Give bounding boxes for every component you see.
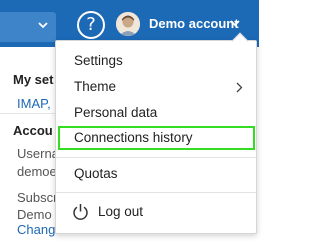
subscription-value: Demo (17, 207, 52, 222)
menu-item-label: Personal data (74, 105, 158, 120)
menu-item-label: Quotas (74, 166, 118, 181)
menu-item-quotas[interactable]: Quotas (56, 163, 256, 185)
menu-item-connections-history[interactable]: Connections history (56, 127, 256, 149)
settings-panel: My set IMAP, Accou Userna demoe Subscr D… (0, 47, 62, 248)
imap-link[interactable]: IMAP, (17, 96, 51, 111)
help-icon[interactable]: ? (77, 11, 105, 39)
power-icon (73, 204, 88, 220)
menu-item-theme[interactable]: Theme (56, 76, 256, 98)
menu-separator (56, 192, 256, 193)
menu-item-label: Theme (74, 79, 117, 94)
chevron-right-icon (236, 82, 243, 93)
account-dropdown-menu: Settings Theme Personal data Connections… (55, 32, 257, 234)
menu-item-label: Connections history (74, 130, 193, 145)
avatar (116, 12, 140, 36)
menu-item-settings[interactable]: Settings (56, 50, 256, 72)
menu-item-log-out[interactable]: Log out (56, 201, 256, 223)
search-scope-dropdown[interactable] (0, 12, 56, 42)
subscription-label: Subscr (17, 190, 58, 205)
menu-item-personal-data[interactable]: Personal data (56, 102, 256, 124)
username-value: demoe (17, 164, 57, 179)
account-menu-button[interactable]: Demo account (114, 10, 254, 38)
username-label: Userna (17, 146, 59, 161)
section-title: My set (13, 72, 54, 87)
menu-item-label: Settings (74, 53, 123, 68)
chevron-down-icon (230, 20, 240, 27)
account-name: Demo account (149, 16, 239, 31)
account-section-title: Accou (13, 123, 53, 138)
menu-item-label: Log out (98, 204, 144, 219)
chevron-down-icon (38, 22, 48, 29)
divider (0, 113, 62, 114)
menu-separator (56, 157, 256, 158)
change-subscription-link[interactable]: Chang (17, 222, 55, 237)
